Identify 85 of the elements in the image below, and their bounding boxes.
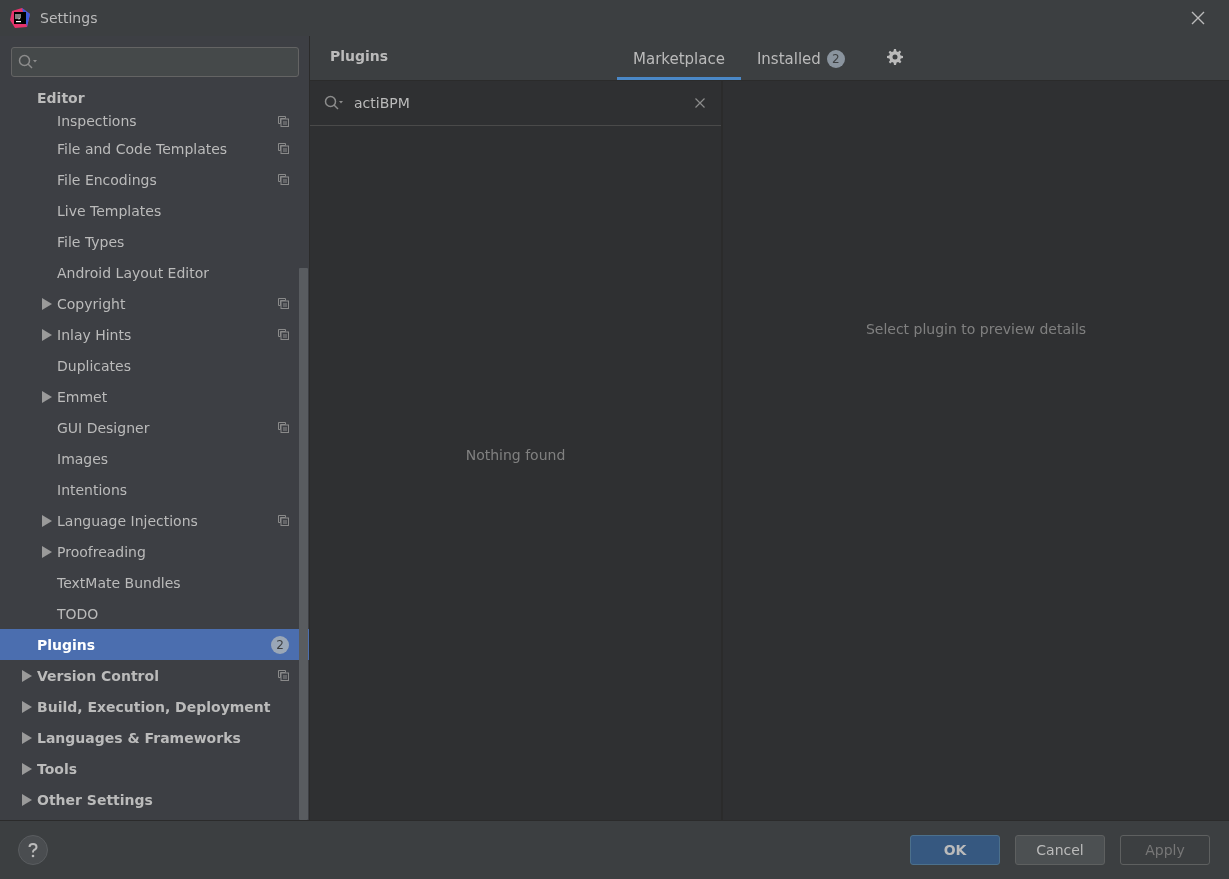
search-icon: [18, 54, 38, 70]
close-icon[interactable]: [1191, 11, 1205, 25]
copy-icon: [278, 174, 289, 185]
tree-item[interactable]: TextMate Bundles: [0, 567, 309, 598]
tree-item-label: Android Layout Editor: [57, 264, 211, 281]
tree-item-label: Live Templates: [57, 202, 163, 219]
count-badge: 2: [826, 49, 845, 68]
tree-item[interactable]: Live Templates: [0, 195, 309, 226]
tree-item[interactable]: Inspections: [0, 109, 309, 133]
tree-item[interactable]: Languages & Frameworks: [0, 722, 309, 753]
tree-item-label: File and Code Templates: [57, 140, 229, 157]
expand-arrow-icon[interactable]: [22, 731, 32, 744]
search-icon: [324, 95, 344, 111]
tree-item[interactable]: TODO: [0, 598, 309, 629]
tree-item-label: TextMate Bundles: [57, 574, 182, 591]
app-logo-icon: [10, 8, 30, 28]
tree-item[interactable]: Duplicates: [0, 350, 309, 381]
tree-item[interactable]: File Types: [0, 226, 309, 257]
tree-item-label: Version Control: [37, 667, 160, 684]
expand-arrow-icon[interactable]: [42, 328, 52, 341]
tree-item-label: File Encodings: [57, 171, 158, 188]
dialog-button[interactable]: Cancel: [1015, 835, 1105, 865]
help-icon[interactable]: [18, 835, 48, 865]
tree-item-label: Images: [57, 450, 110, 467]
copy-icon: [278, 670, 289, 681]
tree-item-label: Plugins: [37, 636, 97, 653]
settings-icon[interactable]: [886, 49, 903, 65]
empty-message: Select plugin to preview details: [865, 321, 1087, 337]
tab[interactable]: Installed 2: [740, 36, 861, 80]
tree-item[interactable]: GUI Designer: [0, 412, 309, 443]
window-title: Settings: [40, 10, 99, 26]
tree-item[interactable]: Images: [0, 443, 309, 474]
tree-item-label: Copyright: [57, 295, 127, 312]
copy-icon: [278, 115, 289, 127]
tree-item[interactable]: Android Layout Editor: [0, 257, 309, 288]
copy-icon: [278, 143, 289, 154]
expand-arrow-icon[interactable]: [42, 545, 52, 558]
tree-item-label: Emmet: [57, 388, 109, 405]
tree-item[interactable]: File and Code Templates: [0, 133, 309, 164]
tree-item-label: Build, Execution, Deployment: [37, 698, 272, 715]
expand-arrow-icon[interactable]: [22, 700, 32, 713]
tree-item[interactable]: Inlay Hints: [0, 319, 309, 350]
tree-item[interactable]: Build, Execution, Deployment: [0, 691, 309, 722]
tree-item[interactable]: Copyright: [0, 288, 309, 319]
tree-item-label: Intentions: [57, 481, 129, 498]
tree-item[interactable]: Other Settings: [0, 784, 309, 815]
tree-item[interactable]: Tools: [0, 753, 309, 784]
expand-arrow-icon[interactable]: [42, 390, 52, 403]
tree-item-label: File Types: [57, 233, 126, 250]
tree-item[interactable]: Plugins 2: [0, 629, 309, 660]
copy-icon: [278, 329, 289, 340]
clear-icon[interactable]: [695, 98, 705, 108]
tree-item-label: Inspections: [57, 113, 138, 129]
count-badge: 2: [271, 635, 289, 654]
tree-item[interactable]: Version Control: [0, 660, 309, 691]
expand-arrow-icon[interactable]: [42, 514, 52, 527]
scrollbar[interactable]: [299, 268, 308, 820]
tree-item-label: GUI Designer: [57, 419, 151, 436]
tree-item[interactable]: File Encodings: [0, 164, 309, 195]
tree-item[interactable]: Emmet: [0, 381, 309, 412]
copy-icon: [278, 515, 289, 526]
copy-icon: [278, 422, 289, 433]
tree-item-label: Other Settings: [37, 791, 154, 808]
tree-item-label: Duplicates: [57, 357, 132, 374]
tree-item-label: Inlay Hints: [57, 326, 133, 343]
tree-item-label: TODO: [57, 605, 100, 622]
empty-message: Nothing found: [465, 447, 566, 463]
plugin-search-field[interactable]: actiBPM: [310, 81, 721, 126]
search-field[interactable]: [11, 47, 299, 77]
tree-item[interactable]: Proofreading: [0, 536, 309, 567]
expand-arrow-icon[interactable]: [22, 669, 32, 682]
expand-arrow-icon[interactable]: [22, 793, 32, 806]
tree-item-label: Languages & Frameworks: [37, 729, 242, 746]
expand-arrow-icon[interactable]: [42, 297, 52, 310]
tree-item-label: Language Injections: [57, 512, 199, 529]
expand-arrow-icon[interactable]: [22, 762, 32, 775]
page-title: Plugins: [330, 48, 390, 64]
search-input[interactable]: actiBPM: [352, 94, 687, 112]
section-header: Editor: [36, 89, 86, 108]
dialog-button[interactable]: OK: [910, 835, 1000, 865]
tree-item[interactable]: Intentions: [0, 474, 309, 505]
copy-icon: [278, 298, 289, 309]
tree-item-label: Proofreading: [57, 543, 147, 560]
tree-item-label: Tools: [37, 760, 79, 777]
tree-item[interactable]: Language Injections: [0, 505, 309, 536]
